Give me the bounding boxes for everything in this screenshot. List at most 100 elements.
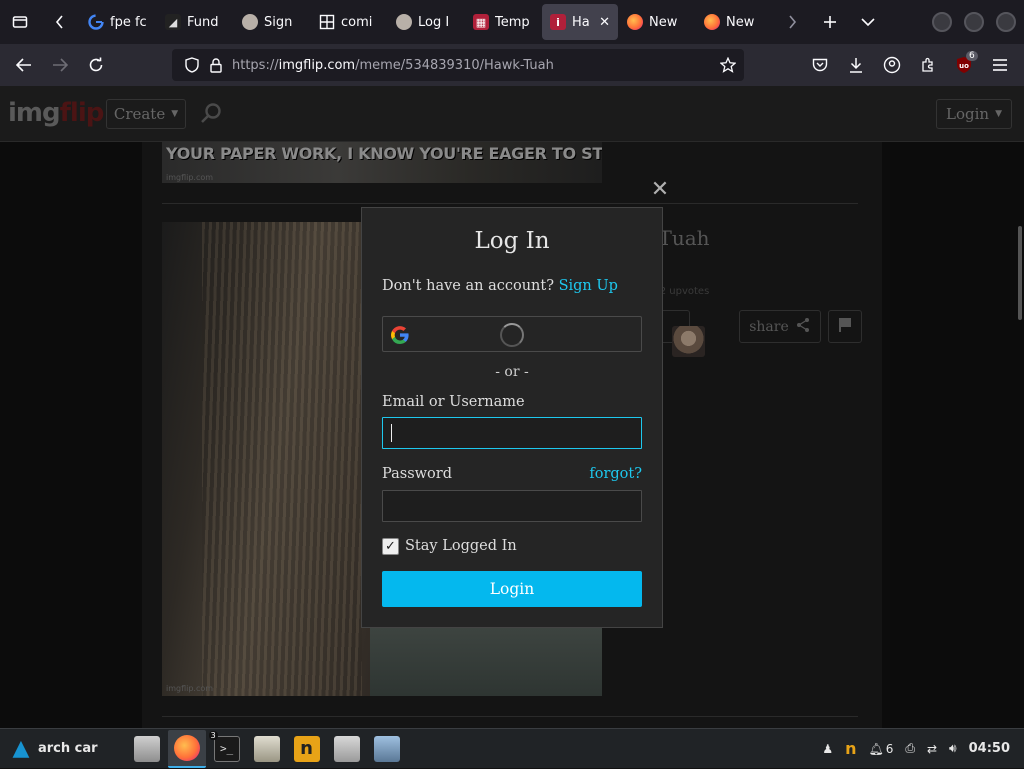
close-modal-icon[interactable]: ✕ [650,178,670,202]
account-icon[interactable] [874,44,910,86]
tab-overview-icon[interactable] [0,0,40,44]
or-separator: - or - [495,364,529,380]
google-sign-in-button[interactable] [382,316,642,352]
system-tray: ♟ n 🔔︎ 6 ⎙ ⇄ 🔊︎ 04:50 [822,739,1024,758]
chevron-down-icon: ▼ [995,109,1002,119]
terminal-icon: >_ [213,735,240,762]
url-path: /meme/534839310/Hawk-Tuah [355,57,554,73]
file-cabinet-app-icon-2[interactable] [328,730,366,768]
neovim-app-icon[interactable]: n [288,730,326,768]
page-scrollbar[interactable] [1018,226,1022,320]
pocket-icon[interactable] [802,44,838,86]
printer-icon[interactable]: ⎙ [905,741,915,756]
toolbar-right: uo 6 [802,44,1018,86]
loading-spinner-icon [500,323,524,347]
browser-tab[interactable]: Log I [388,4,464,40]
notifications-tray[interactable]: 🔔︎ 6 [869,742,894,756]
logo-img-text: img [8,98,61,128]
create-menu-button[interactable]: Create ▼ [106,99,186,129]
screenshot-app-icon[interactable] [248,730,286,768]
browser-tab[interactable]: New [696,4,772,40]
terminal-app-icon[interactable]: >_ 3 [208,730,246,768]
tab-label: New [726,14,755,30]
forward-arrow-icon[interactable] [42,44,78,86]
share-button[interactable]: share [739,310,821,343]
password-label: Password [382,466,452,482]
browser-tab[interactable]: ◢ Fund [157,4,233,40]
tab-label: Sign [264,14,293,30]
extensions-puzzle-icon[interactable] [910,44,946,86]
url-host: imgflip.com [278,57,356,73]
email-username-input[interactable] [382,417,642,449]
grid-icon [319,14,335,30]
meme-caption-text: YOUR PAPER WORK, I KNOW YOU'RE EAGER TO … [166,144,602,163]
stay-logged-in-checkbox[interactable]: ✓ [382,538,399,555]
flag-button[interactable] [828,310,862,343]
browser-tab[interactable]: comi [311,4,387,40]
browser-tab[interactable]: ▦ Temp [465,4,541,40]
browser-tab[interactable]: fpe fc [80,4,156,40]
reload-icon[interactable] [78,44,114,86]
tabs-scroll-left-icon[interactable] [40,0,80,44]
flag-icon [838,317,852,337]
file-cabinet-icon [333,735,360,762]
list-all-tabs-chevron-icon[interactable] [849,0,887,44]
logo-flip-text: flip [59,98,105,128]
url-text: https://imgflip.com/meme/534839310/Hawk-… [232,58,554,73]
forgot-password-link[interactable]: forgot? [589,466,642,482]
login-modal: Log In Don't have an account? Sign Up - … [361,207,663,628]
firefox-icon [173,734,200,761]
firefox-icon [627,14,643,30]
login-submit-button[interactable]: Login [382,571,642,607]
text-caret [391,424,392,442]
close-window-icon[interactable] [996,12,1016,32]
app-n-tray-icon[interactable]: n [845,739,856,758]
network-icon[interactable]: ⇄ [927,742,937,756]
browser-tab-active[interactable]: i Ha ✕ [542,4,618,40]
file-cabinet-app-icon[interactable] [128,730,166,768]
watermark-text: imgflip.com [166,684,214,693]
browser-tab[interactable]: Sign [234,4,310,40]
checkmark-icon: ✓ [385,539,396,554]
ublock-shield-icon[interactable]: uo 6 [946,44,982,86]
imgflip-logo[interactable]: imgflip [8,98,105,128]
avatar-favicon-icon [396,14,412,30]
back-arrow-icon[interactable] [6,44,42,86]
header-login-button[interactable]: Login ▼ [936,99,1012,129]
modal-title: Log In [474,228,550,254]
search-icon[interactable] [200,102,222,128]
printer-app-icon[interactable] [368,730,406,768]
svg-text:uo: uo [959,62,969,70]
new-tab-plus-icon[interactable] [811,0,849,44]
browser-tab-bar: fpe fc ◢ Fund Sign comi Log I ▦ Temp i H… [0,0,1024,44]
google-logo-icon [390,325,410,345]
sign-up-link[interactable]: Sign Up [559,278,618,294]
close-tab-icon[interactable]: ✕ [599,15,610,30]
clock[interactable]: 04:50 [969,741,1010,756]
previous-meme-image[interactable]: YOUR PAPER WORK, I KNOW YOU'RE EAGER TO … [162,142,602,183]
password-input[interactable] [382,490,642,522]
tabs-scroll-right-icon[interactable] [773,0,811,44]
hamburger-menu-icon[interactable] [982,44,1018,86]
stay-logged-in-label[interactable]: Stay Logged In [405,538,517,554]
application-launcher[interactable]: ▲ arch car [0,729,106,769]
url-bar[interactable]: https://imgflip.com/meme/534839310/Hawk-… [172,49,744,81]
maximize-window-icon[interactable] [964,12,984,32]
tab-label: comi [341,14,373,30]
tracking-shield-icon[interactable] [180,57,204,73]
no-account-text: Don't have an account? [382,278,554,294]
url-prefix: https:// [232,57,279,73]
avatar[interactable] [672,326,705,357]
extension-badge-count: 6 [966,51,978,61]
chess-pawn-icon[interactable]: ♟ [822,742,833,756]
share-icon [795,317,811,337]
bell-icon: 🔔︎ [868,741,884,756]
firefox-app-icon[interactable] [167,729,206,768]
downloads-icon[interactable] [838,44,874,86]
volume-icon[interactable]: 🔊︎ [949,741,957,756]
browser-tab[interactable]: New [619,4,695,40]
meme-image-panel [370,628,602,696]
lock-icon[interactable] [204,57,228,73]
bookmark-star-icon[interactable] [712,57,744,73]
minimize-window-icon[interactable] [932,12,952,32]
